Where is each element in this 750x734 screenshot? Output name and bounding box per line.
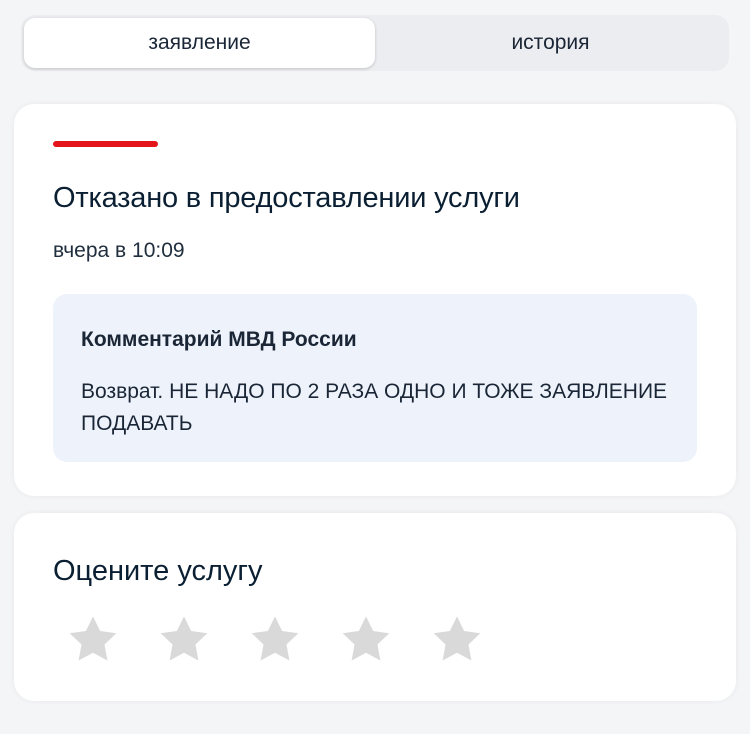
status-title: Отказано в предоставлении услуги bbox=[53, 182, 520, 214]
star-icon[interactable] bbox=[246, 611, 304, 669]
comment-text: Возврат. НЕ НАДО ПО 2 РАЗА ОДНО И ТОЖЕ З… bbox=[81, 380, 668, 435]
tab-history[interactable]: история bbox=[375, 18, 726, 68]
tab-switcher: заявление история bbox=[21, 15, 729, 71]
comment-author: Комментарий МВД России bbox=[81, 328, 357, 351]
status-indicator-bar bbox=[53, 141, 158, 147]
status-timestamp: вчера в 10:09 bbox=[53, 239, 185, 262]
application-screen: заявление история Отказано в предоставле… bbox=[0, 0, 750, 734]
comment-box: Комментарий МВД России Возврат. НЕ НАДО … bbox=[53, 294, 697, 462]
tab-application[interactable]: заявление bbox=[24, 18, 375, 68]
star-icon[interactable] bbox=[64, 611, 122, 669]
rating-stars bbox=[64, 611, 486, 669]
star-icon[interactable] bbox=[155, 611, 213, 669]
rating-title: Оцените услугу bbox=[53, 555, 263, 587]
star-icon[interactable] bbox=[337, 611, 395, 669]
status-card: Отказано в предоставлении услуги вчера в… bbox=[14, 104, 736, 496]
rating-card: Оцените услугу bbox=[14, 513, 736, 701]
star-icon[interactable] bbox=[428, 611, 486, 669]
